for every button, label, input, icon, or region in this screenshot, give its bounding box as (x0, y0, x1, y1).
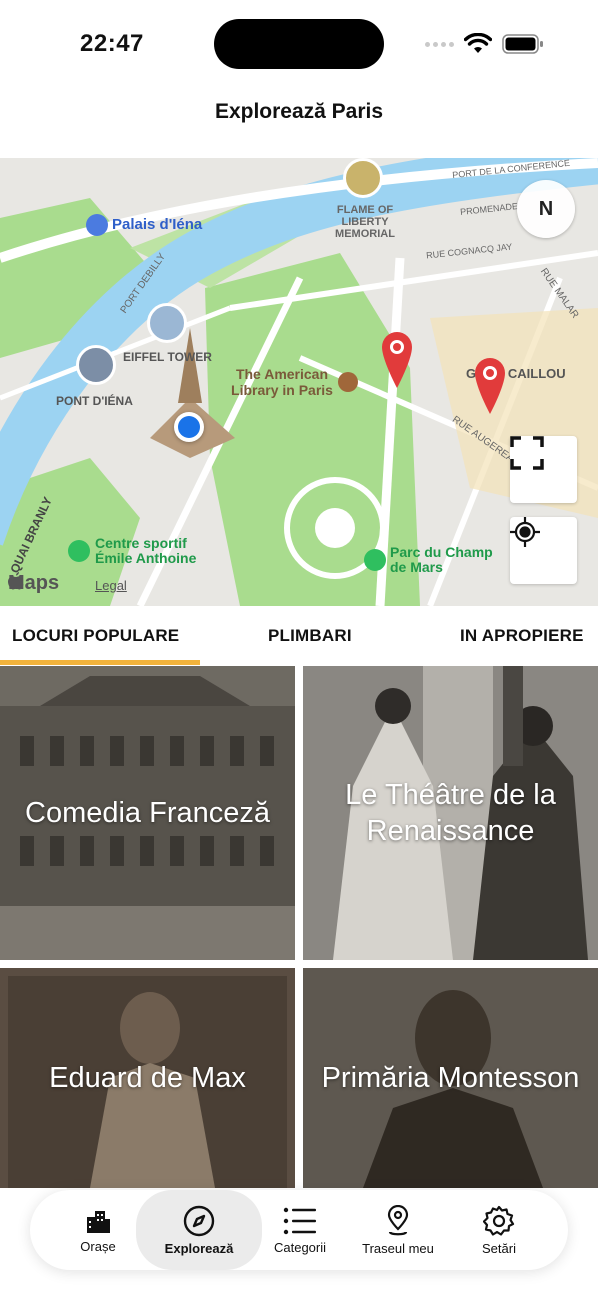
tab-locuri-populare[interactable]: LOCURI POPULARE (12, 626, 179, 646)
poi-pont-icon[interactable] (76, 345, 116, 385)
active-tab-indicator (0, 660, 200, 665)
buildings-icon (87, 1210, 110, 1233)
poi-eiffel-icon[interactable] (147, 303, 187, 343)
compass-button[interactable]: N (517, 180, 575, 238)
places-grid: Comedia Franceză Le Théâtre de la Renais… (0, 666, 598, 1266)
poi-pont-label: PONT D'IÉNA (56, 394, 133, 408)
status-bar: 22:47 (0, 0, 598, 90)
locate-me-button[interactable] (510, 517, 577, 584)
tabbar-label: Traseul meu (362, 1240, 434, 1256)
list-icon (283, 1207, 316, 1234)
place-title: Primăria Montesson (321, 1061, 580, 1094)
poi-library-label: The American Library in Paris (231, 366, 333, 399)
bottom-tab-bar: Orașe Explorează Categorii Traseul meu S… (30, 1190, 568, 1270)
poi-eiffel-label: EIFFEL TOWER (123, 350, 212, 364)
place-card[interactable]: Eduard de Max (0, 968, 295, 1188)
compass-icon (183, 1205, 215, 1236)
status-icons (425, 31, 544, 57)
battery-icon (502, 34, 543, 54)
place-card[interactable]: Comedia Franceză (0, 666, 295, 960)
wifi-icon (464, 33, 492, 53)
place-card[interactable]: Primăria Montesson (303, 968, 598, 1188)
content-tabs: LOCURI POPULARE PLIMBARI IN APROPIERE (0, 606, 598, 666)
place-card[interactable]: Le Théâtre de la Renaissance (303, 666, 598, 960)
poi-palais-icon[interactable] (86, 214, 108, 236)
place-title: Le Théâtre de la Renaissance (345, 778, 556, 847)
poi-flame-label: FLAME OF LIBERTY MEMORIAL (335, 204, 395, 241)
place-title: Comedia Franceză (25, 796, 270, 829)
crosshair-icon (510, 517, 540, 547)
tabbar-item-categorii[interactable]: Categorii (262, 1190, 338, 1270)
tabbar-label: Setări (482, 1240, 516, 1256)
tabbar-item-traseul-meu[interactable]: Traseul meu (348, 1190, 448, 1270)
status-time: 22:47 (80, 30, 144, 57)
poi-centre-label: Centre sportif Émile Anthoine (95, 535, 197, 567)
tabbar-label: Orașe (80, 1238, 116, 1254)
compass-label: N (538, 197, 554, 220)
fullscreen-button[interactable] (510, 436, 577, 503)
map-view[interactable]: Palais d'Iéna FLAME OF LIBERTY MEMORIAL … (0, 158, 598, 606)
poi-palais-label: Palais d'Iéna (112, 216, 203, 233)
map-pin-route-icon (387, 1204, 409, 1235)
apple-logo-icon (8, 572, 24, 590)
expand-icon (510, 436, 544, 470)
tab-plimbari[interactable]: PLIMBARI (268, 626, 352, 646)
tabbar-label: Explorează (164, 1240, 234, 1256)
page-title: Explorează Paris (214, 100, 384, 123)
dynamic-island (214, 19, 384, 69)
maps-legal-link[interactable]: Legal (95, 578, 127, 593)
tabbar-item-setari[interactable]: Setări (460, 1190, 538, 1270)
gear-icon (483, 1205, 515, 1236)
poi-parc-icon[interactable] (364, 549, 386, 571)
poi-flame-icon[interactable] (343, 158, 383, 198)
map-pin-icon[interactable] (380, 330, 414, 390)
cellular-signal-icon (425, 41, 454, 47)
place-title: Eduard de Max (49, 1061, 246, 1094)
map-pin-icon[interactable] (473, 356, 507, 416)
user-location-dot (174, 412, 204, 442)
poi-centre-icon[interactable] (68, 540, 90, 562)
poi-parc-label: Parc du Champ de Mars (390, 544, 493, 576)
apple-maps-brand: Maps (8, 572, 59, 595)
tab-in-apropiere[interactable]: IN APROPIERE (460, 626, 584, 646)
tabbar-label: Categorii (273, 1239, 327, 1255)
tabbar-item-exploreaza[interactable]: Explorează (136, 1190, 262, 1270)
poi-library-icon[interactable] (338, 372, 358, 392)
